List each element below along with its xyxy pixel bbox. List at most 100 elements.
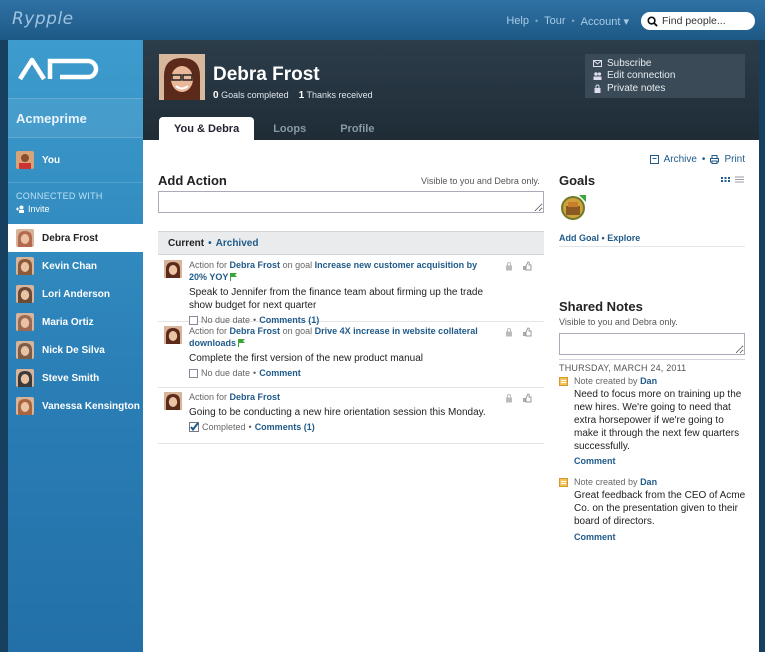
private-notes-button[interactable]: Private notes (593, 82, 737, 95)
explore-link[interactable]: Explore (607, 233, 640, 243)
thanks-icon[interactable] (522, 327, 532, 337)
invite-link[interactable]: Invite (8, 204, 143, 214)
action-tools (504, 327, 532, 337)
avatar (16, 257, 34, 275)
sidebar-item-label: Maria Ortiz (42, 316, 94, 328)
lock-icon[interactable] (504, 393, 514, 403)
shared-note-input[interactable] (559, 333, 745, 355)
sidebar-item-label: You (42, 154, 61, 166)
action-text: Going to be conducting a new hire orient… (189, 407, 486, 418)
action-meta: Action for Debra Frost on goal Increase … (189, 259, 489, 283)
action-body: Action for Debra Frost on goal Increase … (189, 259, 489, 325)
sidebar-item-person[interactable]: Lori Anderson (8, 280, 143, 308)
tab-loops[interactable]: Loops (258, 117, 321, 140)
avatar (16, 229, 34, 247)
action-item: Action for Debra Frost on goal Drive 4X … (158, 322, 544, 388)
sidebar-item-label: Kevin Chan (42, 260, 98, 272)
due-date-checkbox[interactable] (189, 368, 198, 378)
thanks-label: Thanks received (306, 90, 373, 100)
sidebar-item-person[interactable]: Vanessa Kensington (8, 392, 143, 420)
profile-tabs: You & Debra Loops Profile (159, 117, 389, 140)
sidebar-item-person[interactable]: Kevin Chan (8, 252, 143, 280)
person-link[interactable]: Debra Frost (230, 326, 281, 336)
action-text: Speak to Jennifer from the finance team … (189, 287, 484, 311)
tour-link[interactable]: Tour (544, 15, 565, 27)
sidebar-item-you[interactable]: You (8, 146, 143, 174)
action-status: No due date (201, 368, 251, 378)
person-link[interactable]: Debra Frost (230, 260, 281, 270)
archived-filter[interactable]: Archived (216, 238, 259, 249)
divider (559, 246, 745, 247)
note-author-link[interactable]: Dan (640, 477, 657, 487)
comments-link[interactable]: Comment (259, 368, 301, 378)
sidebar-item-person[interactable]: Debra Frost (8, 224, 143, 252)
avatar (16, 341, 34, 359)
lock-icon[interactable] (504, 327, 514, 337)
edit-connection-label: Edit connection (607, 70, 676, 82)
avatar (16, 313, 34, 331)
thanks-icon[interactable] (522, 261, 532, 271)
add-goal-link[interactable]: Add Goal (559, 233, 599, 243)
subscribe-button[interactable]: Subscribe (593, 57, 737, 70)
envelope-icon (593, 59, 602, 67)
sidebar-item-label: Debra Frost (42, 232, 99, 244)
tab-profile[interactable]: Profile (325, 117, 389, 140)
lock-icon[interactable] (504, 261, 514, 271)
avatar (164, 260, 182, 278)
note-comment-link[interactable]: Comment (574, 456, 616, 466)
help-link[interactable]: Help (506, 15, 529, 27)
org-logo[interactable] (8, 40, 143, 98)
sidebar-item-person[interactable]: Maria Ortiz (8, 308, 143, 336)
sidebar-item-label: Vanessa Kensington (42, 400, 140, 412)
action-meta: Action for Debra Frost (189, 391, 489, 403)
top-bar: Rypple Help • Tour • Account ▾ (0, 0, 765, 40)
goal-badge-icon[interactable] (559, 193, 587, 221)
thanks-count: 1 (298, 90, 305, 101)
profile-actions: Subscribe Edit connection Private notes (585, 54, 745, 98)
archive-link[interactable]: Archive (664, 154, 697, 165)
checkbox-checked-icon[interactable] (189, 422, 199, 432)
shared-notes-visibility: Visible to you and Debra only. (559, 317, 678, 327)
grid-view-icon[interactable] (721, 175, 730, 184)
notes-date-header: THURSDAY, MARCH 24, 2011 (559, 359, 745, 373)
current-filter[interactable]: Current (168, 238, 204, 249)
search-box[interactable] (641, 12, 755, 30)
search-input[interactable] (662, 15, 750, 27)
add-action-input[interactable] (158, 191, 544, 213)
print-link[interactable]: Print (724, 154, 745, 165)
profile-name: Debra Frost (213, 64, 320, 85)
note-prefix: Note created by (574, 376, 638, 386)
goal-links: Add Goal • Explore (559, 233, 640, 243)
sidebar-item-person[interactable]: Nick De Silva (8, 336, 143, 364)
goals-title: Goals (559, 173, 596, 188)
brand-logo[interactable]: Rypple (12, 9, 74, 29)
sidebar-item-person[interactable]: Steve Smith (8, 364, 143, 392)
edit-connection-button[interactable]: Edit connection (593, 70, 737, 83)
action-status: Completed (202, 422, 246, 432)
invite-label: Invite (28, 204, 50, 214)
note-icon (559, 478, 568, 487)
action-text: Complete the first version of the new pr… (189, 353, 424, 364)
goal-prefix: on goal (282, 326, 313, 336)
tab-you-and-debra[interactable]: You & Debra (159, 117, 255, 140)
comments-link[interactable]: Comments (1) (255, 422, 315, 432)
action-item: Action for Debra Frost Going to be condu… (158, 388, 544, 444)
goal-prefix: on goal (282, 260, 313, 270)
action-footer: No due date • Comment (189, 368, 489, 378)
sidebar-item-label: Lori Anderson (42, 288, 110, 300)
goals-completed-label: Goals completed (221, 90, 289, 100)
thanks-icon[interactable] (522, 393, 532, 403)
note-author-link[interactable]: Dan (640, 376, 657, 386)
profile-photo (159, 54, 205, 100)
separator: • (601, 233, 605, 243)
separator: • (701, 154, 706, 165)
note-comment-link[interactable]: Comment (574, 532, 616, 542)
add-action-visibility: Visible to you and Debra only. (421, 176, 540, 186)
avatar (164, 326, 182, 344)
account-menu[interactable]: Account ▾ (581, 15, 629, 28)
note-meta: Note created by Dan (574, 477, 657, 487)
org-name[interactable]: Acmeprime (8, 98, 143, 138)
action-item: Action for Debra Frost on goal Increase … (158, 256, 544, 325)
list-view-icon[interactable] (735, 175, 744, 184)
person-link[interactable]: Debra Frost (230, 392, 281, 402)
